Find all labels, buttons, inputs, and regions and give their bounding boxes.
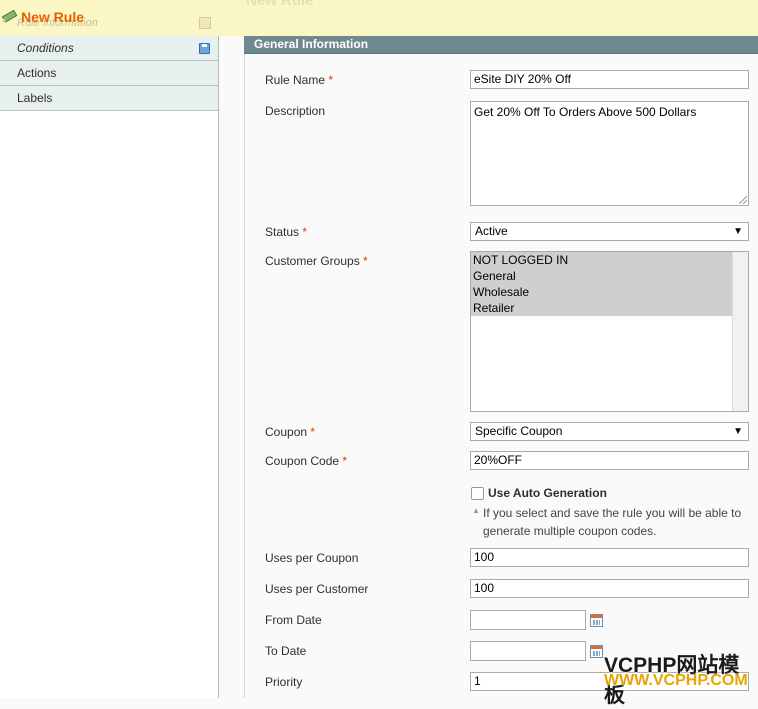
tab-actions-label: Actions: [17, 66, 57, 80]
status-selected-value: Active: [475, 224, 508, 238]
tab-labels[interactable]: Labels: [0, 86, 218, 111]
coupon-code-label-text: Coupon Code: [265, 454, 340, 468]
dropdown-arrow-icon: ▼: [733, 426, 743, 437]
uses-per-customer-label: Uses per Customer: [265, 582, 369, 596]
required-mark: *: [310, 425, 316, 439]
note-arrow-icon: ▲: [472, 506, 480, 515]
save-icon: [199, 43, 210, 54]
auto-generation-label: Use Auto Generation: [488, 486, 607, 500]
pencil-icon: [1, 9, 18, 23]
side-tabs: Conditions Actions Labels: [0, 36, 219, 698]
rule-name-input[interactable]: eSite DIY 20% Off: [470, 70, 749, 89]
tab-conditions[interactable]: Conditions: [0, 36, 218, 61]
coupon-selected-value: Specific Coupon: [475, 424, 563, 438]
from-date-input[interactable]: [470, 610, 586, 630]
description-textarea[interactable]: Get 20% Off To Orders Above 500 Dollars: [470, 101, 749, 206]
auto-generation-note: If you select and save the rule you will…: [483, 506, 742, 538]
auto-generation-checkbox[interactable]: [471, 487, 484, 500]
to-date-input[interactable]: [470, 641, 586, 661]
status-select[interactable]: Active ▼: [470, 222, 749, 241]
tab-conditions-label: Conditions: [17, 41, 74, 55]
tab-labels-label: Labels: [17, 91, 53, 105]
customer-group-option[interactable]: NOT LOGGED IN: [471, 252, 735, 268]
rule-name-label: Rule Name *: [265, 73, 333, 87]
ghost-heading: New Rule: [246, 0, 314, 9]
page-title: New Rule: [21, 9, 85, 25]
description-label: Description: [265, 104, 326, 118]
uses-per-coupon-input[interactable]: 100: [470, 548, 749, 567]
to-date-label: To Date: [265, 644, 307, 658]
required-mark: *: [363, 254, 368, 268]
scrollbar[interactable]: [732, 252, 748, 411]
required-mark: *: [342, 454, 348, 468]
customer-groups-multiselect[interactable]: NOT LOGGED IN General Wholesale Retailer: [470, 251, 749, 412]
calendar-icon[interactable]: [590, 614, 603, 627]
customer-group-option[interactable]: Wholesale: [471, 284, 735, 300]
watermark-url: WWW.VCPHP.COM: [604, 672, 748, 689]
dropdown-arrow-icon: ▼: [733, 226, 743, 237]
customer-group-option[interactable]: General: [471, 268, 735, 284]
coupon-label-text: Coupon: [265, 425, 308, 439]
gutter: [219, 36, 243, 698]
status-label-text: Status: [265, 225, 300, 239]
coupon-label: Coupon *: [265, 425, 315, 439]
from-date-label: From Date: [265, 613, 322, 627]
customer-groups-label: Customer Groups *: [265, 254, 368, 268]
ghost-save-icon: [199, 17, 211, 29]
tab-actions[interactable]: Actions: [0, 61, 218, 86]
uses-per-customer-input[interactable]: 100: [470, 579, 749, 598]
status-label: Status *: [265, 225, 307, 239]
page-header: Rule Information New Rule New Rule: [0, 0, 758, 37]
description-text: Get 20% Off To Orders Above 500 Dollars: [474, 105, 697, 119]
priority-label: Priority: [265, 675, 303, 689]
coupon-code-input[interactable]: 20%OFF: [470, 451, 749, 470]
rule-name-label-text: Rule Name: [265, 73, 326, 87]
required-mark: *: [302, 225, 308, 239]
customer-group-option[interactable]: Retailer: [471, 300, 735, 316]
coupon-select[interactable]: Specific Coupon ▼: [470, 422, 749, 441]
calendar-icon[interactable]: [590, 645, 603, 658]
customer-groups-label-text: Customer Groups: [265, 254, 360, 268]
uses-per-coupon-label: Uses per Coupon: [265, 551, 359, 565]
section-header: General Information: [244, 36, 758, 54]
required-mark: *: [328, 73, 334, 87]
resize-grip-icon[interactable]: [739, 196, 747, 204]
coupon-code-label: Coupon Code *: [265, 454, 347, 468]
